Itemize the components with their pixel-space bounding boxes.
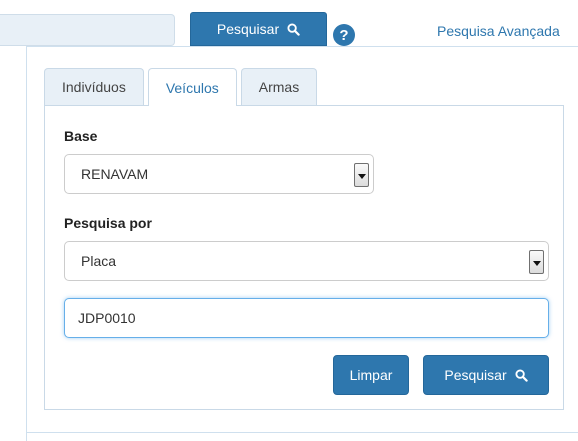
search-icon xyxy=(287,22,300,36)
clear-button-label: Limpar xyxy=(349,367,393,383)
top-search-field[interactable] xyxy=(0,14,175,46)
base-label: Base xyxy=(64,128,98,144)
search-by-label: Pesquisa por xyxy=(64,215,152,231)
tab-veiculos[interactable]: Veículos xyxy=(147,68,237,106)
search-by-select[interactable]: Placa xyxy=(64,241,549,281)
clear-button[interactable]: Limpar xyxy=(333,355,409,395)
search-by-select-value: Placa xyxy=(81,253,117,269)
help-icon[interactable]: ? xyxy=(333,24,355,46)
top-search-button-label: Pesquisar xyxy=(216,21,280,37)
dropdown-arrow-icon[interactable] xyxy=(529,250,544,274)
search-button[interactable]: Pesquisar xyxy=(423,355,549,395)
search-tabs: Indivíduos Veículos Armas xyxy=(44,68,321,106)
base-select-value: RENAVAM xyxy=(81,166,149,182)
plate-input[interactable] xyxy=(64,298,549,338)
dropdown-arrow-icon[interactable] xyxy=(354,163,369,187)
advanced-search-link[interactable]: Pesquisa Avançada xyxy=(437,23,560,39)
tab-armas[interactable]: Armas xyxy=(240,68,318,105)
search-icon xyxy=(515,368,528,382)
search-button-label: Pesquisar xyxy=(444,367,507,383)
tab-individuos[interactable]: Indivíduos xyxy=(44,68,144,105)
top-search-button[interactable]: Pesquisar xyxy=(190,12,327,46)
base-select[interactable]: RENAVAM xyxy=(64,154,374,194)
